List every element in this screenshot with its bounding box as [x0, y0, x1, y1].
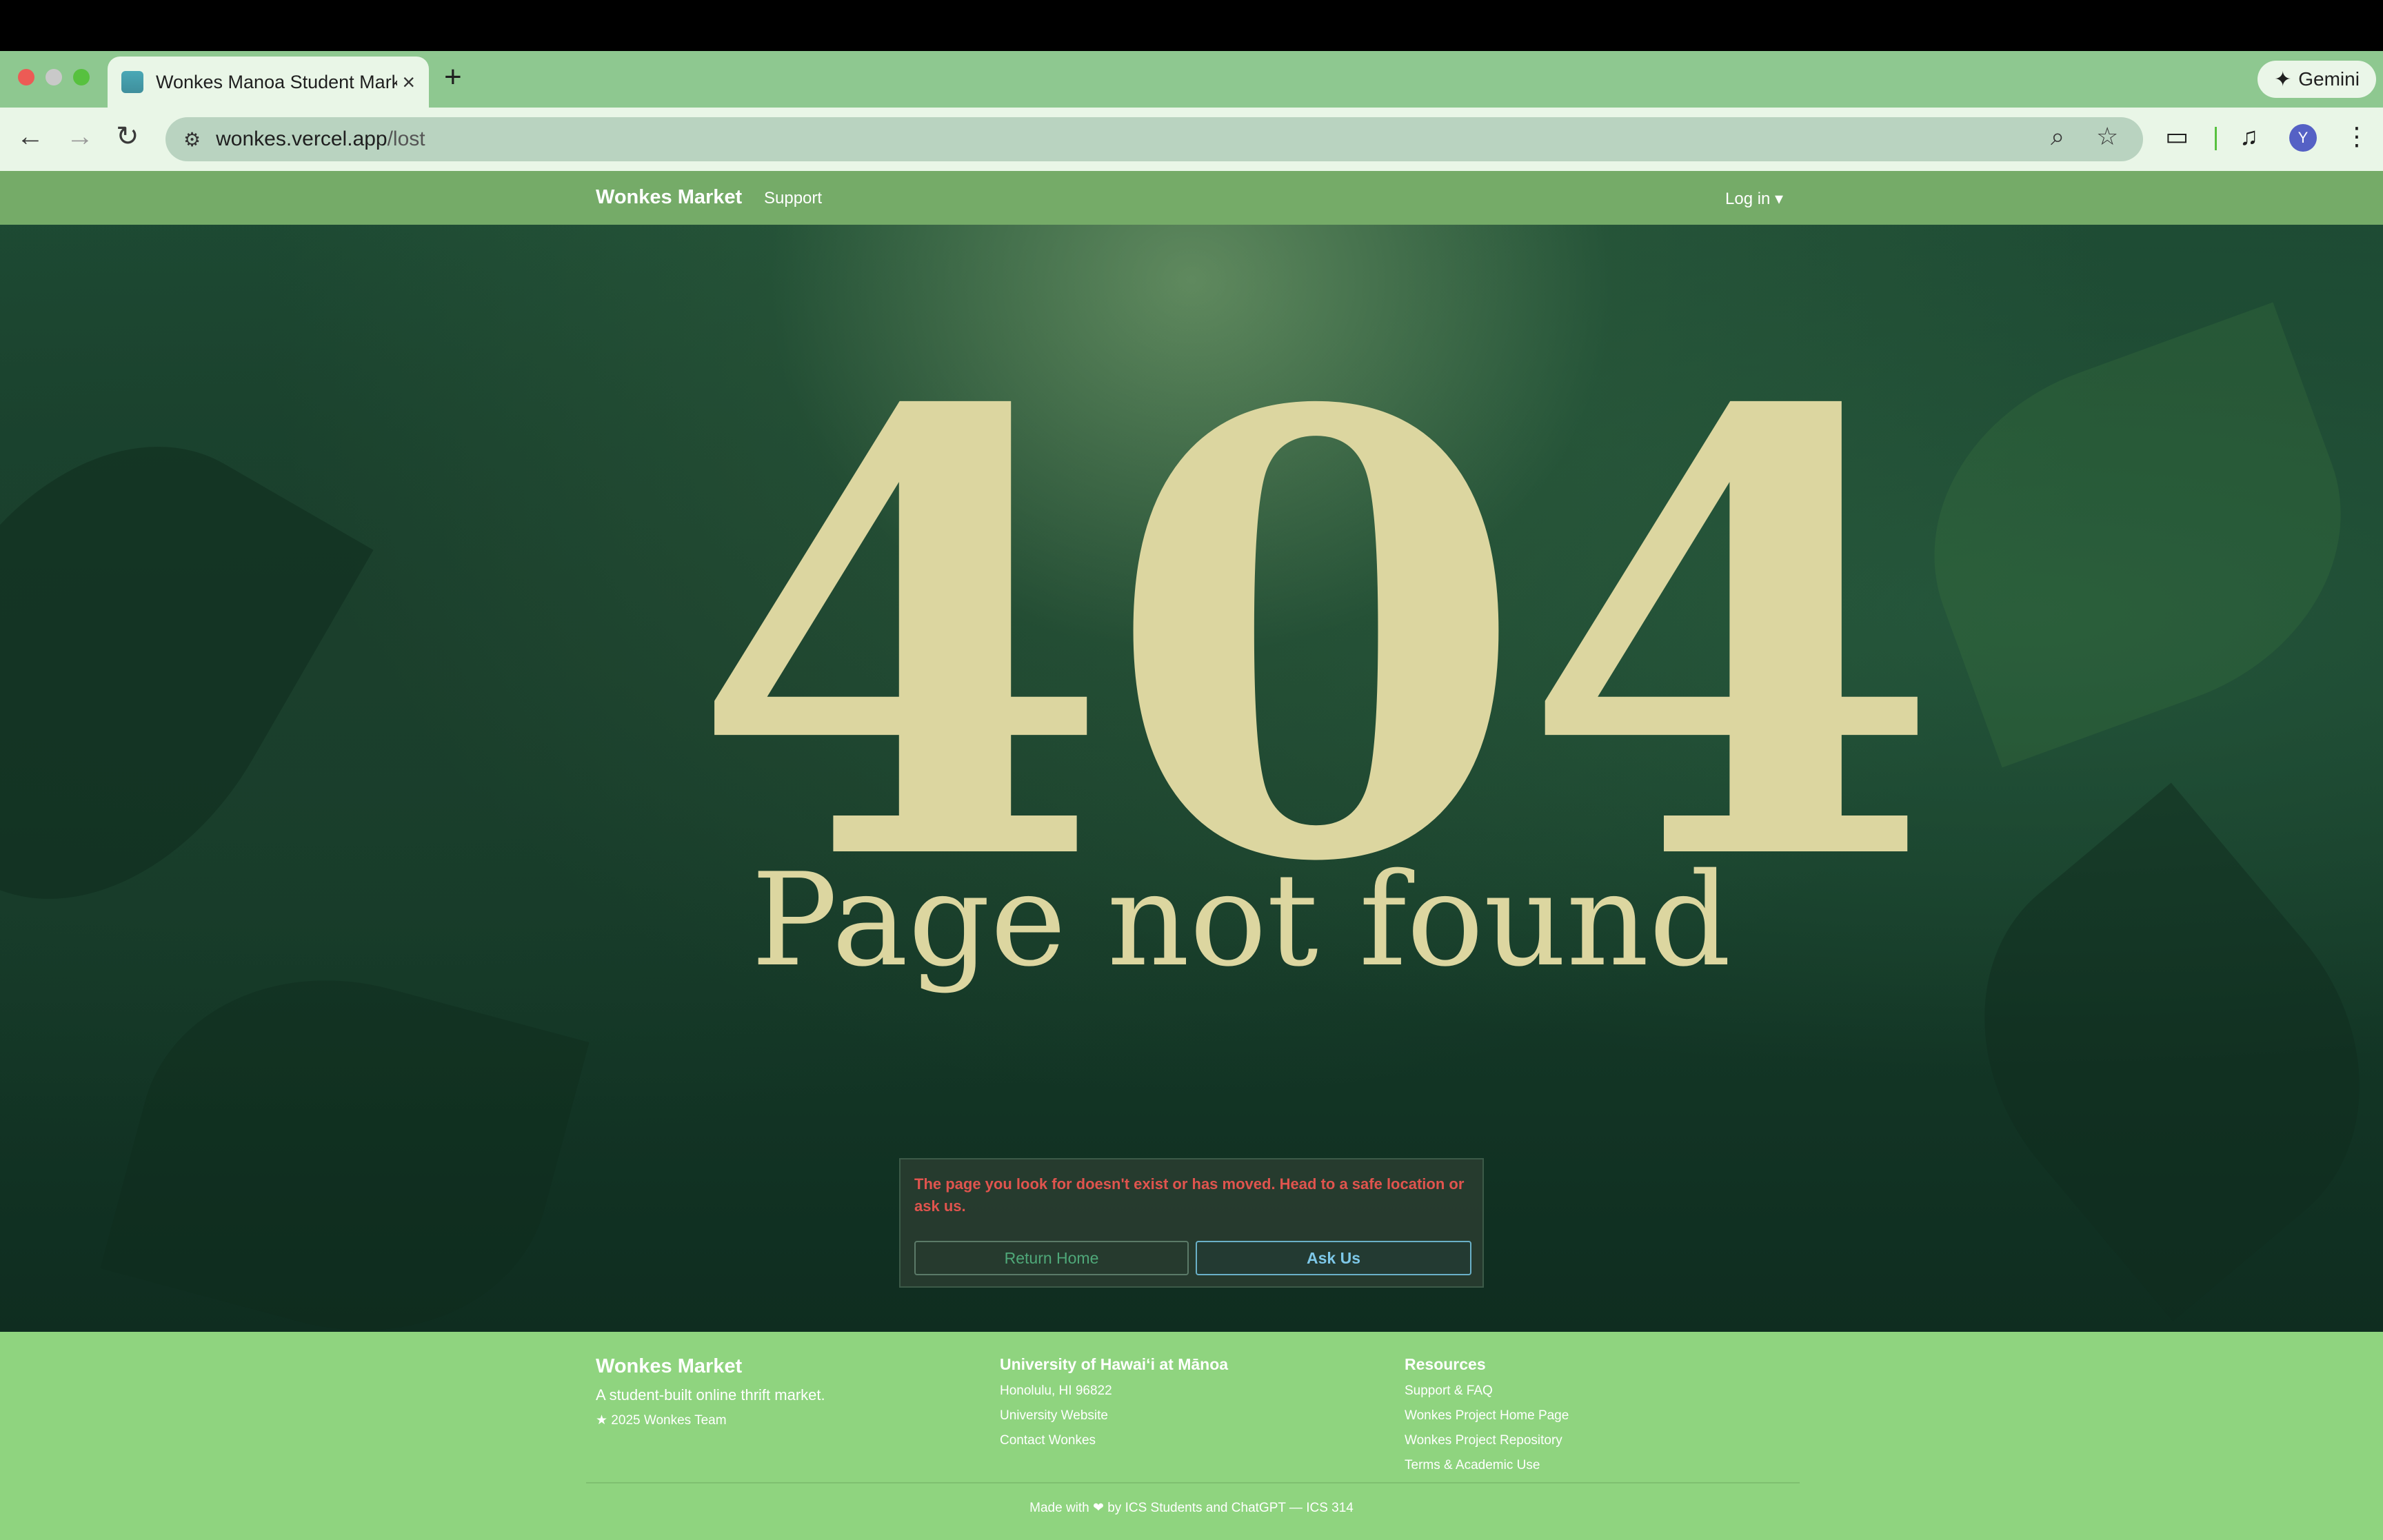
footer-university-website-link[interactable]: University Website	[1000, 1408, 1228, 1424]
footer-contact-link[interactable]: Contact Wonkes	[1000, 1433, 1228, 1448]
decorative-leaf	[0, 377, 374, 969]
sparkle-icon: ✦	[2274, 68, 2292, 91]
footer-project-home-link[interactable]: Wonkes Project Home Page	[1405, 1408, 1569, 1424]
profile-avatar[interactable]: Y	[2289, 124, 2317, 152]
cast-icon[interactable]: ▭	[2165, 124, 2189, 149]
footer-address: Honolulu, HI 96822	[1000, 1384, 1112, 1398]
new-tab-button[interactable]: +	[444, 62, 462, 92]
footer-credits: Made with ❤ by ICS Students and ChatGPT …	[1029, 1501, 1354, 1515]
forward-arrow-icon[interactable]: →	[66, 123, 94, 150]
footer-tagline: A student-built online thrift market.	[596, 1386, 825, 1404]
reload-icon[interactable]: ↻	[116, 123, 139, 150]
nav-support-link[interactable]: Support	[764, 189, 822, 208]
login-dropdown[interactable]: Log in ▾	[1725, 189, 1783, 209]
footer-university-column: University of Hawaiʻi at Mānoa Honolulu,…	[1000, 1355, 1228, 1458]
maximize-window-button[interactable]	[73, 69, 90, 85]
url-host: wonkes.vercel.app	[216, 128, 388, 150]
navbar-brand-link[interactable]: Wonkes Market	[596, 186, 742, 209]
toolbar-separator	[2215, 127, 2217, 150]
error-message-card: The page you look for doesn't exist or h…	[899, 1158, 1484, 1288]
minimize-window-button[interactable]	[46, 69, 62, 85]
error-message-text: The page you look for doesn't exist or h…	[914, 1175, 1465, 1215]
footer-university-heading: University of Hawaiʻi at Mānoa	[1000, 1355, 1229, 1373]
footer-project-repo-link[interactable]: Wonkes Project Repository	[1405, 1433, 1569, 1448]
footer-resources-column: Resources Support & FAQ Wonkes Project H…	[1405, 1355, 1569, 1483]
screen-top-bar	[0, 0, 2383, 51]
return-home-button[interactable]: Return Home	[914, 1241, 1189, 1275]
back-arrow-icon[interactable]: ←	[17, 123, 44, 150]
footer-terms-link[interactable]: Terms & Academic Use	[1405, 1458, 1569, 1473]
tab-active[interactable]: Wonkes Manoa Student Mark ×	[108, 57, 429, 108]
page-not-found-heading: Page not found	[751, 845, 1731, 995]
footer-divider	[586, 1482, 1800, 1483]
footer-support-faq-link[interactable]: Support & FAQ	[1405, 1384, 1569, 1399]
footer-brand: Wonkes Market	[596, 1355, 743, 1377]
footer-copyright: ★ 2025 Wonkes Team	[596, 1413, 727, 1428]
kebab-menu-icon[interactable]: ⋮	[2344, 124, 2369, 149]
close-window-button[interactable]	[18, 69, 34, 85]
decorative-leaf	[100, 935, 590, 1332]
footer-brand-column: Wonkes Market A student-built online thr…	[596, 1355, 825, 1428]
decorative-leaf	[1884, 302, 2383, 768]
site-footer: Wonkes Market A student-built online thr…	[0, 1332, 2383, 1540]
tab-title: Wonkes Manoa Student Mark	[156, 71, 397, 92]
site-favicon-icon	[121, 71, 143, 93]
footer-resources-heading: Resources	[1405, 1355, 1486, 1373]
gemini-label: Gemini	[2298, 68, 2360, 90]
media-controls-icon[interactable]: ♫	[2240, 124, 2258, 149]
url-path: /lost	[387, 128, 425, 150]
site-settings-icon[interactable]: ⚙	[183, 128, 201, 151]
decorative-leaf	[1907, 782, 2383, 1321]
ask-us-button[interactable]: Ask Us	[1196, 1241, 1471, 1275]
tab-close-icon[interactable]: ×	[402, 71, 415, 93]
zoom-icon[interactable]: ⌕	[2051, 124, 2064, 149]
bookmark-star-icon[interactable]: ☆	[2096, 124, 2118, 149]
gemini-button[interactable]: ✦ Gemini	[2258, 61, 2376, 98]
site-navbar	[0, 171, 2383, 225]
address-bar[interactable]: ⚙ wonkes.vercel.app/lost	[165, 117, 2143, 161]
